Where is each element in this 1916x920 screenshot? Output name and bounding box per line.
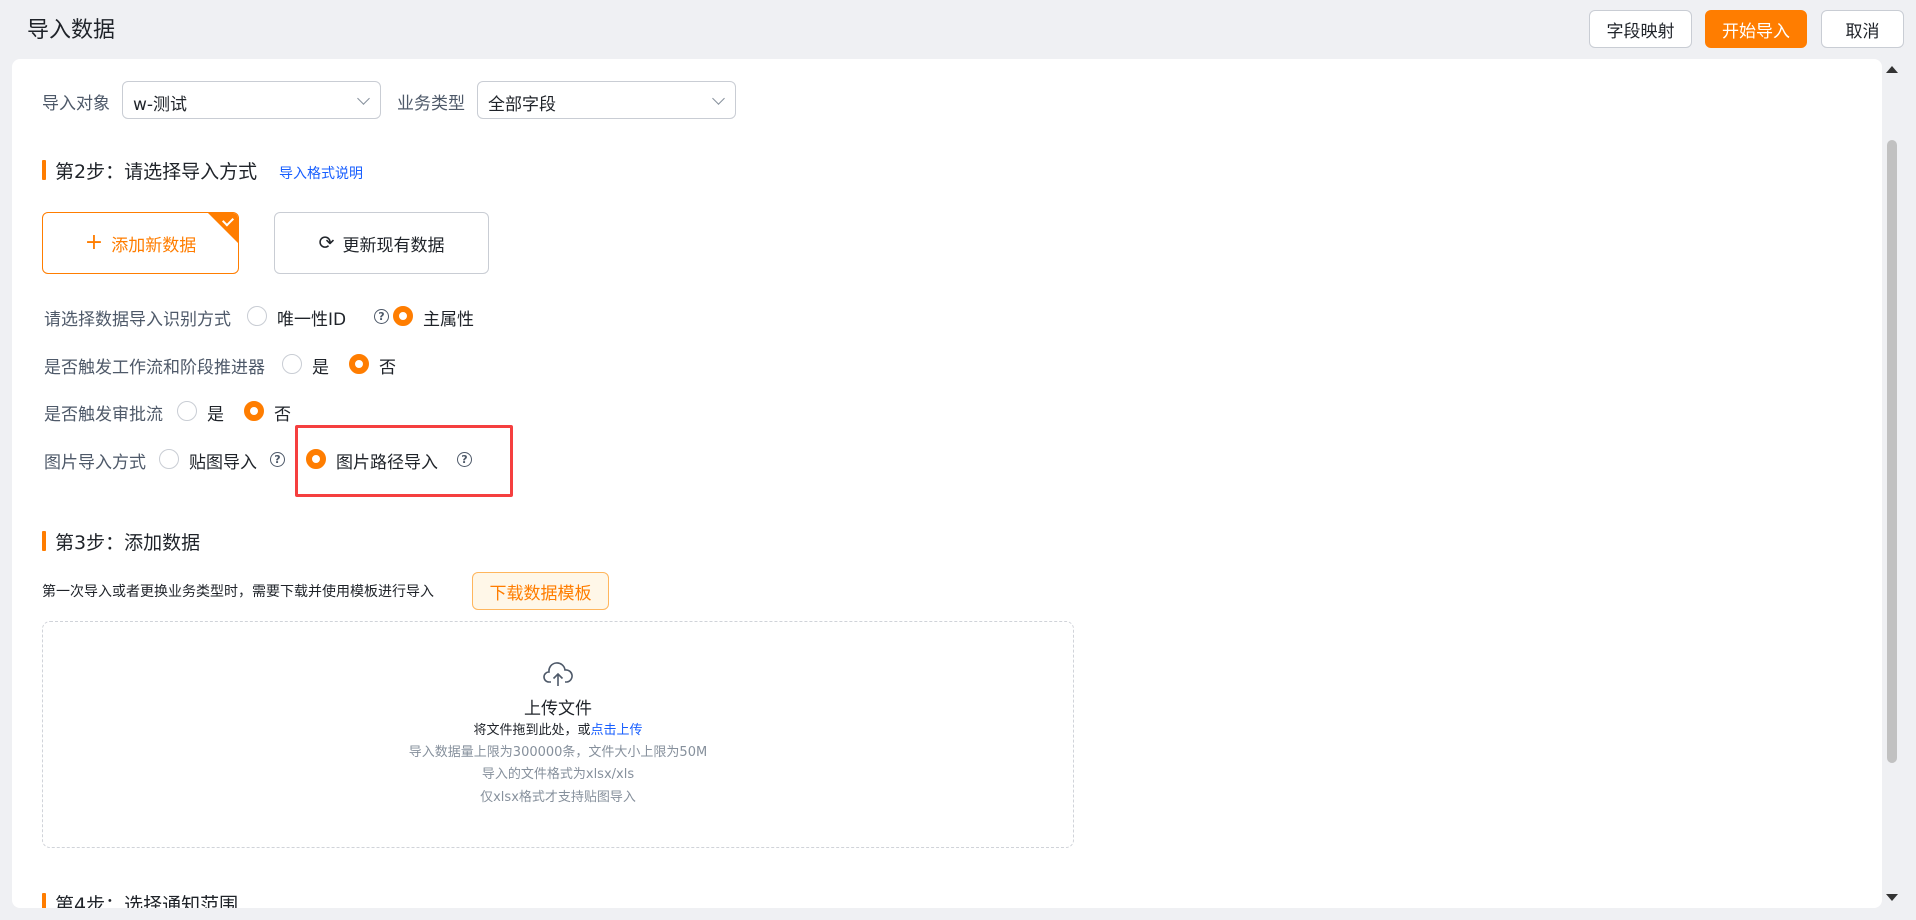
workflow-no-label[interactable]: 否 (379, 353, 396, 378)
radio-approval-yes[interactable] (177, 401, 197, 421)
upload-format: 导入的文件格式为xlsx/xls (481, 767, 635, 782)
upload-drop-zone[interactable]: 上传文件 将文件拖到此处，或点击上传 导入数据量上限为300000条，文件大小上… (42, 621, 1074, 848)
radio-workflow-yes[interactable] (282, 354, 302, 374)
scrollbar[interactable] (1884, 62, 1902, 908)
image-import-label: 图片导入方式 (44, 453, 146, 473)
page-title: 导入数据 (27, 18, 116, 43)
scroll-up-icon[interactable] (1886, 66, 1898, 73)
drag-hint: 将文件拖到此处，或 (473, 723, 591, 738)
business-type-value: 全部字段 (488, 95, 556, 115)
update-existing-option[interactable]: ⟳ 更新现有数据 (274, 212, 489, 274)
section-marker (42, 893, 46, 908)
top-bar: 导入数据 字段映射 开始导入 取消 (0, 0, 1916, 58)
paste-image-label[interactable]: 贴图导入 (189, 448, 257, 473)
workflow-yes-label[interactable]: 是 (312, 353, 329, 378)
import-object-value: w-测试 (133, 95, 188, 115)
template-note: 第一次导入或者更换业务类型时，需要下载并使用模板进行导入 (42, 584, 434, 600)
upload-xlsx-note: 仅xlsx格式才支持贴图导入 (480, 790, 636, 805)
identify-label: 请选择数据导入识别方式 (44, 310, 231, 330)
workflow-label: 是否触发工作流和阶段推进器 (44, 358, 265, 378)
scroll-down-icon[interactable] (1886, 894, 1898, 901)
plus-icon: + (84, 230, 104, 255)
add-new-data-option[interactable]: + 添加新数据 (42, 212, 239, 274)
highlight-box (295, 425, 513, 497)
approval-yes-label[interactable]: 是 (207, 400, 224, 425)
step2-title: 第2步：请选择导入方式 (55, 161, 258, 183)
cloud-upload-icon (543, 662, 573, 686)
import-format-link[interactable]: 导入格式说明 (279, 163, 363, 183)
business-type-label: 业务类型 (397, 94, 465, 114)
radio-main-attribute[interactable] (393, 306, 413, 326)
field-mapping-button[interactable]: 字段映射 (1589, 10, 1692, 48)
download-template-button[interactable]: 下载数据模板 (472, 572, 609, 610)
upload-limit: 导入数据量上限为300000条，文件大小上限为50M (408, 745, 708, 760)
help-icon[interactable]: ? (374, 309, 389, 324)
click-upload-link[interactable]: 点击上传 (591, 723, 643, 738)
unique-id-label[interactable]: 唯一性ID (277, 305, 346, 330)
cancel-button[interactable]: 取消 (1821, 10, 1904, 48)
step3-title: 第3步：添加数据 (55, 532, 201, 554)
chevron-down-icon (712, 92, 725, 105)
import-object-select[interactable]: w-测试 (122, 81, 381, 119)
import-object-label: 导入对象 (42, 94, 110, 114)
update-existing-label: 更新现有数据 (342, 235, 445, 256)
upload-title: 上传文件 (524, 699, 592, 719)
section-marker (42, 531, 46, 551)
add-new-data-label: 添加新数据 (111, 235, 197, 256)
section-marker (42, 160, 46, 180)
selected-corner (208, 213, 238, 243)
radio-unique-id[interactable] (247, 306, 267, 326)
radio-paste-image[interactable] (159, 449, 179, 469)
refresh-icon: ⟳ (318, 231, 335, 254)
scroll-thumb[interactable] (1887, 140, 1897, 763)
main-attribute-label[interactable]: 主属性 (423, 305, 474, 330)
chevron-down-icon (357, 92, 370, 105)
business-type-select[interactable]: 全部字段 (477, 81, 736, 119)
step4-title: 第4步：选择通知范围 (55, 894, 239, 908)
radio-workflow-no[interactable] (349, 354, 369, 374)
approval-label: 是否触发审批流 (44, 405, 163, 425)
help-icon[interactable]: ? (270, 452, 285, 467)
upload-hint: 将文件拖到此处，或点击上传 (43, 719, 1073, 738)
radio-approval-no[interactable] (244, 401, 264, 421)
approval-no-label[interactable]: 否 (274, 400, 291, 425)
start-import-button[interactable]: 开始导入 (1705, 10, 1807, 48)
